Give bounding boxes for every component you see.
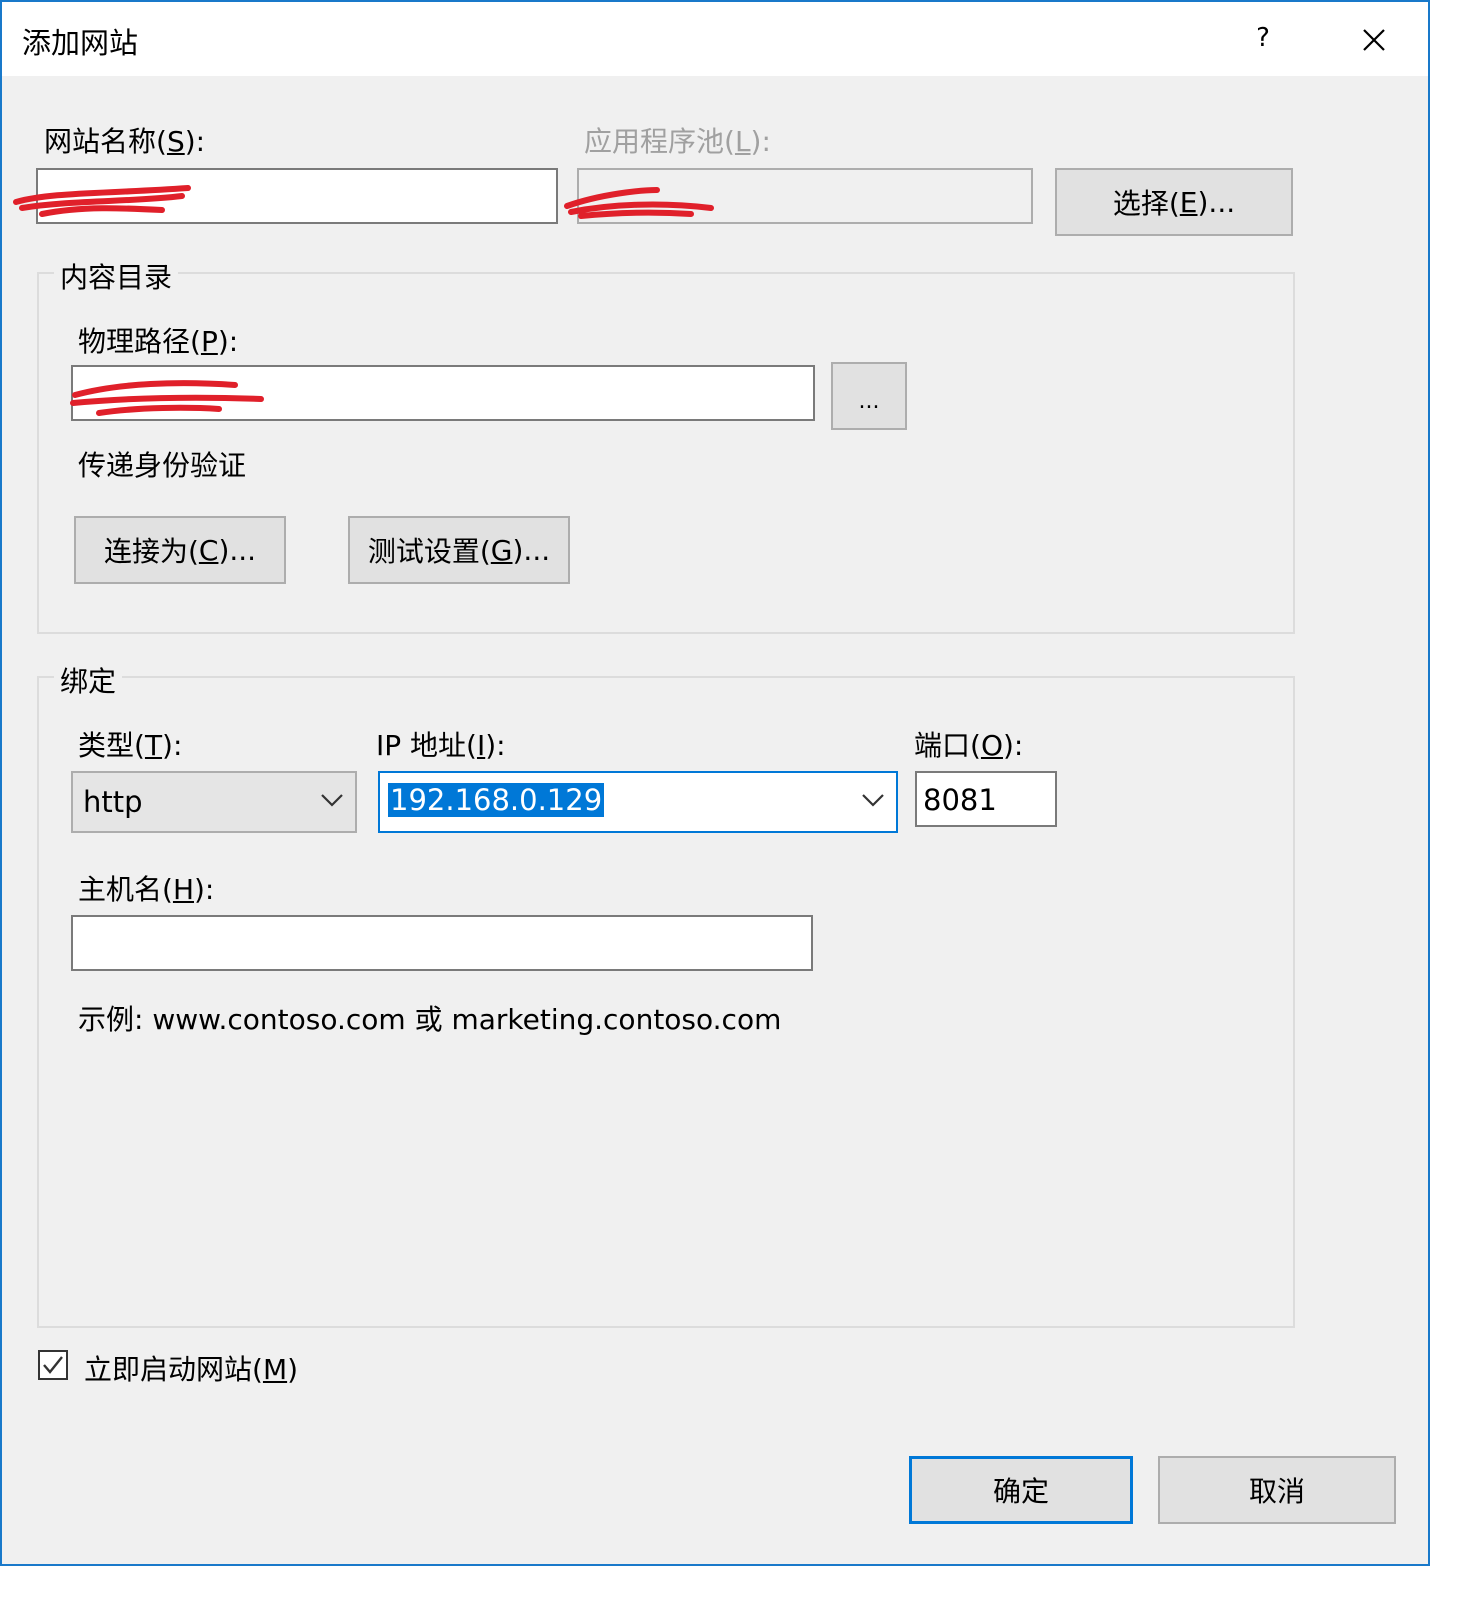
redaction-mark [564,187,714,219]
select-pool-button[interactable]: 选择(E)... [1055,168,1293,236]
binding-type-label: 类型(T): [78,729,183,762]
ok-button[interactable]: 确定 [909,1456,1133,1524]
content-directory-title: 内容目录 [54,256,179,296]
port-value: 8081 [923,783,997,817]
site-name-label: 网站名称(S): [44,125,206,158]
cancel-button[interactable]: 取消 [1158,1456,1396,1524]
chevron-down-icon[interactable] [860,787,886,811]
binding-type-select[interactable]: http [71,771,357,833]
redaction-mark [13,185,191,217]
title-bar: 添加网站 ? [2,2,1428,76]
redaction-mark [70,380,264,416]
connect-as-button[interactable]: 连接为(C)... [74,516,286,584]
site-name-input[interactable] [13,168,558,224]
start-website-checkbox[interactable] [38,1350,68,1380]
physical-path-input[interactable] [70,365,815,421]
passthrough-auth-label: 传递身份验证 [78,449,247,482]
add-website-dialog: 添加网站 ? 网站名称(S): 应用程序池(L): 选择(E)... 内容目录 … [0,0,1430,1566]
start-website-label[interactable]: 立即启动网站(M) [84,1348,298,1388]
chevron-down-icon [321,794,343,807]
ip-address-combobox[interactable]: 192.168.0.129 [378,771,898,833]
host-name-input[interactable] [71,915,813,971]
app-pool-label: 应用程序池(L): [584,125,771,158]
help-button[interactable]: ? [1238,10,1288,66]
close-button[interactable] [1346,10,1402,66]
ip-address-value: 192.168.0.129 [388,783,605,817]
check-icon [43,1356,63,1374]
port-input[interactable]: 8081 [915,771,1057,827]
host-name-example: 示例: www.contoso.com 或 marketing.contoso.… [78,1003,782,1036]
ip-address-label: IP 地址(I): [376,729,506,762]
app-pool-input [564,168,1033,224]
browse-path-button[interactable]: ... [831,362,907,430]
physical-path-label: 物理路径(P): [78,325,239,358]
dialog-title: 添加网站 [22,26,139,60]
binding-type-value: http [83,785,143,819]
close-icon [1363,29,1385,51]
host-name-label: 主机名(H): [78,873,215,906]
test-settings-button[interactable]: 测试设置(G)... [348,516,570,584]
binding-title: 绑定 [54,660,123,700]
port-label: 端口(O): [914,729,1024,762]
